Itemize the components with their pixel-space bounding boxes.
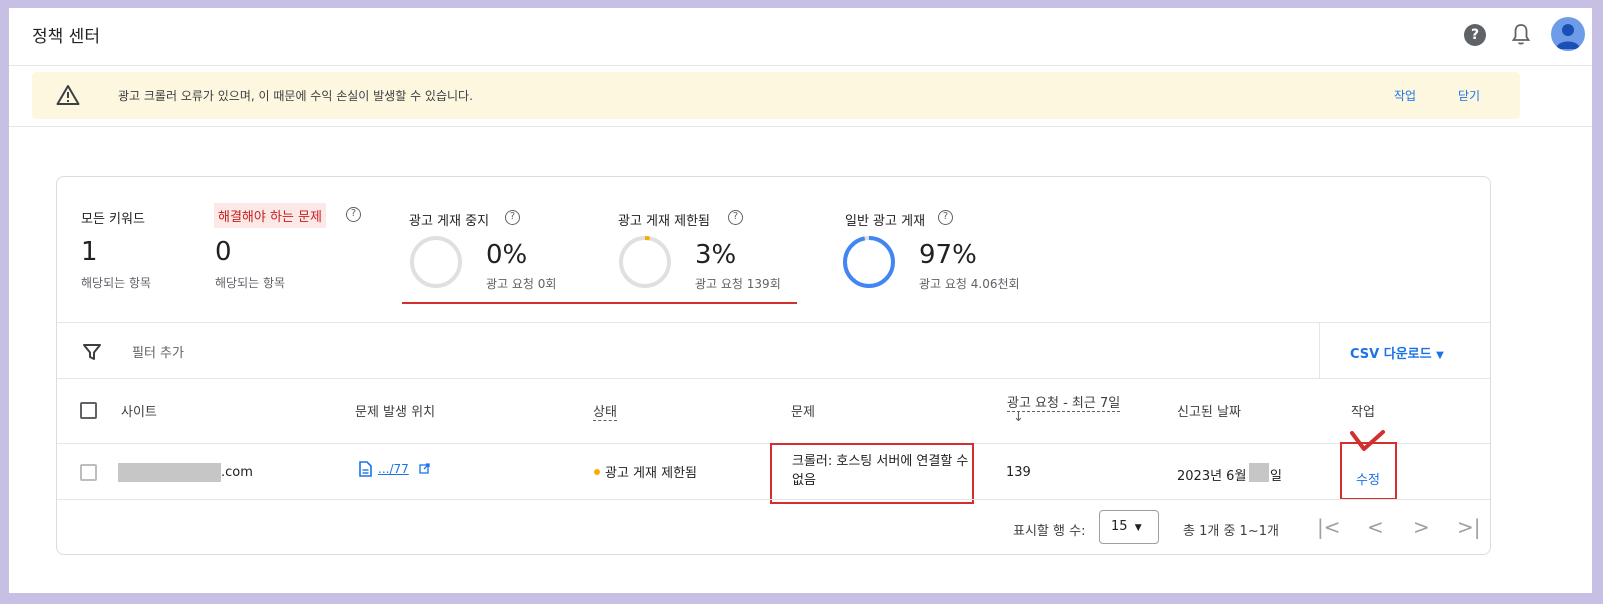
help-circle-icon[interactable]: ? xyxy=(938,210,953,225)
last-page-icon[interactable]: >| xyxy=(1457,515,1481,539)
divider xyxy=(57,378,1490,379)
edit-link[interactable]: 수정 xyxy=(1356,469,1380,488)
caret-down-icon: ▼ xyxy=(1134,523,1142,533)
banner-close-button[interactable]: 닫기 xyxy=(1458,87,1480,104)
reported-date-suffix: 일 xyxy=(1270,469,1282,484)
normal-ring-chart xyxy=(843,236,895,288)
select-all-checkbox[interactable] xyxy=(80,402,97,419)
stopped-percent: 0% xyxy=(486,240,528,270)
filter-icon[interactable] xyxy=(83,343,101,361)
issues-label[interactable]: 해결해야 하는 문제 xyxy=(214,203,326,228)
help-circle-icon[interactable]: ? xyxy=(505,210,520,225)
redacted-day xyxy=(1249,463,1269,482)
divider xyxy=(57,499,1490,500)
csv-download-label: CSV 다운로드 xyxy=(1350,347,1432,362)
column-header-status[interactable]: 상태 xyxy=(593,401,617,421)
csv-download-button[interactable]: CSV 다운로드 ▼ xyxy=(1350,343,1444,362)
top-bar: 정책 센터 ? xyxy=(9,8,1592,66)
rows-per-page-select[interactable]: 15 ▼ xyxy=(1099,510,1159,544)
redacted-site-name xyxy=(118,463,221,482)
site-suffix: .com xyxy=(221,465,253,480)
limited-label: 광고 게재 제한됨 xyxy=(618,214,710,229)
issues-value: 0 xyxy=(215,237,232,267)
sort-down-icon[interactable]: ↓ xyxy=(1013,410,1024,425)
issue-text: 크롤러: 호스팅 서버에 연결할 수 없음 xyxy=(792,454,969,488)
status-text: 광고 게재 제한됨 xyxy=(605,466,697,481)
banner-message: 광고 크롤러 오류가 있으며, 이 때문에 수익 손실이 발생할 수 있습니다. xyxy=(118,89,473,103)
limited-sub: 광고 요청 139회 xyxy=(695,277,781,291)
help-icon[interactable]: ? xyxy=(1464,24,1486,46)
requests-value: 139 xyxy=(1006,465,1031,480)
help-circle-icon[interactable]: ? xyxy=(728,210,743,225)
warning-icon xyxy=(56,85,80,105)
normal-sub: 광고 요청 4.06천회 xyxy=(919,277,1020,291)
status-dot-icon xyxy=(594,469,600,475)
column-header-site[interactable]: 사이트 xyxy=(121,401,157,420)
column-header-action: 작업 xyxy=(1351,405,1375,420)
prev-page-icon[interactable]: < xyxy=(1367,515,1384,539)
divider xyxy=(1319,322,1320,378)
rows-per-page-value: 15 xyxy=(1111,519,1128,534)
stopped-label: 광고 게재 중지 xyxy=(409,214,490,229)
limited-ring-chart xyxy=(619,236,671,288)
column-header-location[interactable]: 문제 발생 위치 xyxy=(355,401,435,420)
app-window: 정책 센터 ? 광고 크롤러 오류가 있으며, 이 때문에 수익 손실이 발생할… xyxy=(9,8,1592,593)
stopped-sub: 광고 요청 0회 xyxy=(486,277,557,291)
document-icon xyxy=(359,461,372,477)
issues-card: 모든 키워드 1 해당되는 항목 해결해야 하는 문제 ? 0 해당되는 항목 … xyxy=(56,176,1491,555)
normal-label: 일반 광고 게재 xyxy=(845,214,926,229)
divider xyxy=(9,126,1592,127)
first-page-icon[interactable]: |< xyxy=(1317,515,1341,539)
all-keywords-value: 1 xyxy=(81,237,98,267)
row-checkbox[interactable] xyxy=(80,464,97,481)
column-header-issue[interactable]: 문제 xyxy=(791,401,815,420)
location-link[interactable]: .../77 xyxy=(378,462,409,476)
reported-date-prefix: 2023년 6월 xyxy=(1177,469,1247,484)
column-header-date[interactable]: 신고된 날짜 xyxy=(1177,401,1241,420)
all-keywords-label: 모든 키워드 xyxy=(81,212,145,227)
add-filter-button[interactable]: 필터 추가 xyxy=(132,342,184,361)
stopped-ring-chart xyxy=(410,236,462,288)
range-label: 총 1개 중 1~1개 xyxy=(1183,524,1279,539)
open-in-new-icon[interactable] xyxy=(419,463,430,474)
column-header-requests[interactable]: 광고 요청 - 최근 7일 xyxy=(1007,392,1121,412)
avatar[interactable] xyxy=(1551,17,1585,51)
banner-action-button[interactable]: 작업 xyxy=(1394,87,1416,104)
annotation-underline xyxy=(402,302,797,304)
warning-banner: 광고 크롤러 오류가 있으며, 이 때문에 수익 손실이 발생할 수 있습니다.… xyxy=(32,72,1520,119)
next-page-icon[interactable]: > xyxy=(1413,515,1430,539)
normal-percent: 97% xyxy=(919,240,977,270)
page-title: 정책 센터 xyxy=(32,27,100,47)
issues-sub: 해당되는 항목 xyxy=(215,276,286,290)
help-circle-icon[interactable]: ? xyxy=(346,207,361,222)
all-keywords-sub: 해당되는 항목 xyxy=(81,276,152,290)
bell-icon[interactable] xyxy=(1509,22,1533,48)
caret-down-icon: ▼ xyxy=(1436,350,1444,361)
divider xyxy=(57,322,1490,323)
rows-per-page-label: 표시할 행 수: xyxy=(1013,524,1086,539)
limited-percent: 3% xyxy=(695,240,737,270)
